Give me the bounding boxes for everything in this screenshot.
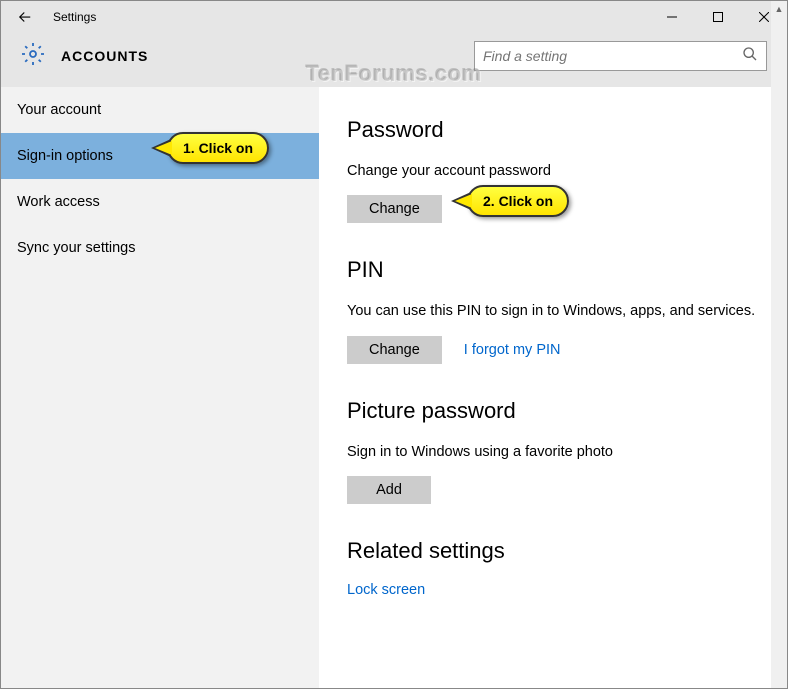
callout-2: 2. Click on: [467, 185, 569, 217]
back-button[interactable]: [1, 1, 49, 33]
section-title-related: Related settings: [347, 538, 759, 564]
body: Your account Sign-in options Work access…: [1, 87, 787, 688]
pin-desc: You can use this PIN to sign in to Windo…: [347, 301, 759, 321]
maximize-button[interactable]: [695, 1, 741, 33]
lock-screen-link[interactable]: Lock screen: [347, 582, 425, 598]
sidebar-item-your-account[interactable]: Your account: [1, 87, 319, 133]
pin-button-row: Change I forgot my PIN: [347, 336, 759, 364]
password-desc: Change your account password: [347, 161, 759, 181]
sidebar-item-sync-your-settings[interactable]: Sync your settings: [1, 225, 319, 271]
change-password-button[interactable]: Change: [347, 195, 442, 223]
forgot-pin-link[interactable]: I forgot my PIN: [464, 342, 561, 358]
titlebar: Settings: [1, 1, 787, 33]
content: Password Change your account password Ch…: [319, 87, 787, 688]
search-box[interactable]: [474, 41, 767, 71]
scrollbar[interactable]: ▲: [771, 87, 787, 688]
search-icon: [742, 46, 758, 67]
sidebar: Your account Sign-in options Work access…: [1, 87, 319, 688]
settings-window: Settings ACCOUNTS TenForums.c: [0, 0, 788, 689]
section-title-pin: PIN: [347, 257, 759, 283]
sidebar-item-work-access[interactable]: Work access: [1, 179, 319, 225]
section-title-password: Password: [347, 117, 759, 143]
related-row: Lock screen: [347, 582, 759, 598]
minimize-button[interactable]: [649, 1, 695, 33]
watermark: TenForums.com: [306, 61, 482, 87]
header-left: ACCOUNTS: [21, 42, 148, 71]
page-title: ACCOUNTS: [61, 48, 148, 64]
gear-icon: [21, 42, 45, 71]
section-title-picture-password: Picture password: [347, 398, 759, 424]
picture-button-row: Add: [347, 476, 759, 504]
sidebar-item-label: Your account: [17, 102, 101, 118]
window-controls: [649, 1, 787, 33]
sidebar-item-label: Work access: [17, 194, 100, 210]
sidebar-item-label: Sign-in options: [17, 148, 113, 164]
change-pin-button[interactable]: Change: [347, 336, 442, 364]
add-picture-password-button[interactable]: Add: [347, 476, 431, 504]
callout-1: 1. Click on: [167, 132, 269, 164]
window-title: Settings: [49, 10, 649, 24]
sidebar-item-label: Sync your settings: [17, 240, 135, 256]
search-input[interactable]: [483, 48, 742, 64]
picture-desc: Sign in to Windows using a favorite phot…: [347, 442, 759, 462]
